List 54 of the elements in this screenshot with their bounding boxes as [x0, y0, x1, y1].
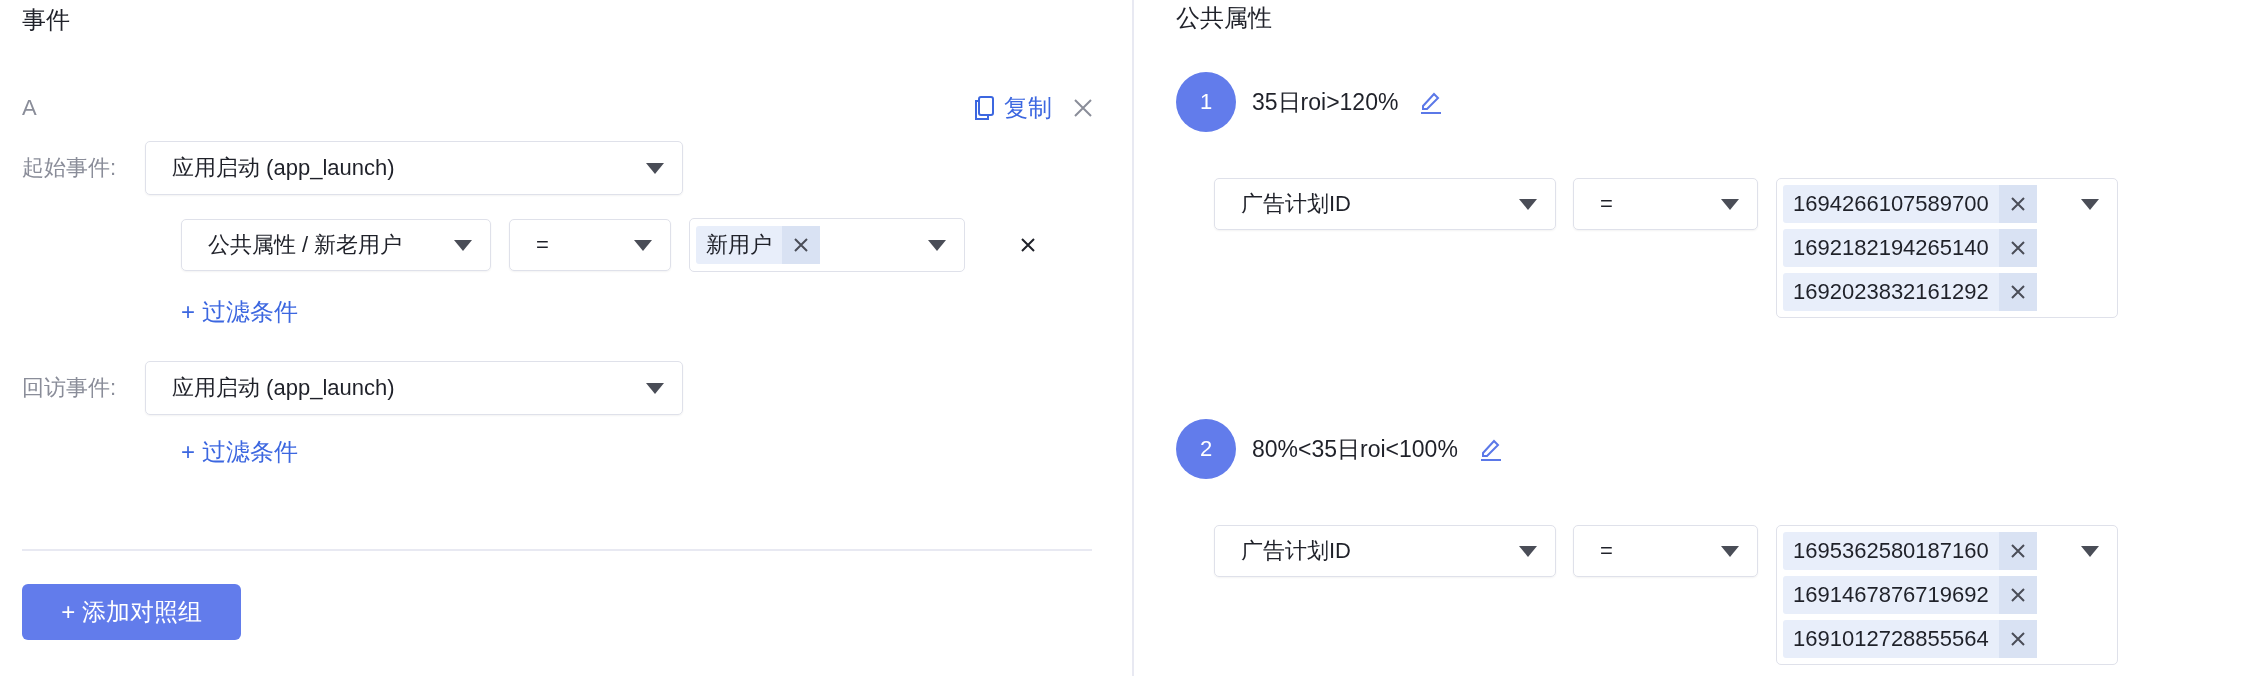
edit-icon[interactable]: [1479, 437, 1502, 461]
caret-icon: [2081, 199, 2099, 210]
close-icon[interactable]: [2010, 544, 2025, 558]
caret-icon: [1721, 198, 1739, 210]
close-icon[interactable]: [2010, 285, 2025, 299]
caret-icon: [1721, 545, 1739, 557]
caret-icon: [454, 239, 472, 251]
group-label: A: [22, 95, 38, 121]
caret-icon: [928, 239, 946, 251]
caret-icon: [2081, 546, 2099, 557]
property-select[interactable]: 广告计划ID: [1214, 525, 1556, 577]
event-select[interactable]: 应用启动 (app_launch): [145, 361, 683, 415]
caret-icon: [646, 162, 664, 174]
panel-title: 事件: [22, 5, 71, 35]
property-select[interactable]: 广告计划ID: [1214, 178, 1556, 230]
number-badge: 2: [1176, 419, 1236, 479]
value-tag[interactable]: 新用户: [696, 226, 820, 264]
value-field[interactable]: 1694266107589700 1692182194265140 1692023832161292: [1776, 178, 2118, 318]
edit-icon[interactable]: [1420, 90, 1443, 114]
operator-select[interactable]: =: [509, 219, 671, 271]
event-label: 回访事件:: [22, 374, 118, 402]
panel-title: 公共属性: [1176, 3, 1273, 33]
copy-link[interactable]: 复制: [974, 92, 1052, 124]
value-field[interactable]: 新用户: [689, 218, 965, 272]
condition-name: 35日roi>120%: [1252, 87, 1399, 117]
value-field[interactable]: 1695362580187160 1691467876719692 1691012728855564: [1776, 525, 2118, 665]
value-tag[interactable]: 1691012728855564: [1783, 620, 2037, 658]
caret-icon: [646, 382, 664, 394]
value-tag[interactable]: 1695362580187160: [1783, 532, 2037, 570]
value-tag[interactable]: 1691467876719692: [1783, 576, 2037, 614]
operator-select[interactable]: =: [1573, 178, 1758, 230]
caret-icon: [1519, 198, 1537, 210]
close-icon[interactable]: [2010, 241, 2025, 255]
condition-name: 80%<35日roi<100%: [1252, 434, 1458, 464]
operator-select[interactable]: =: [1573, 525, 1758, 577]
event-select[interactable]: 应用启动 (app_launch): [145, 141, 683, 195]
add-filter-link[interactable]: + 过滤条件: [181, 437, 1092, 467]
number-badge: 1: [1176, 72, 1236, 132]
add-filter-link[interactable]: + 过滤条件: [181, 297, 1092, 327]
close-icon[interactable]: [2010, 197, 2025, 211]
copy-icon: [974, 96, 994, 120]
add-group-button[interactable]: + 添加对照组: [22, 584, 241, 640]
property-select[interactable]: 公共属性 / 新老用户: [181, 219, 491, 271]
value-tag[interactable]: 1692182194265140: [1783, 229, 2037, 267]
value-tag[interactable]: 1694266107589700: [1783, 185, 2037, 223]
caret-icon: [1519, 545, 1537, 557]
close-icon[interactable]: [1074, 99, 1092, 117]
event-label: 起始事件:: [22, 154, 118, 182]
close-icon[interactable]: [2010, 632, 2025, 646]
value-tag[interactable]: 1692023832161292: [1783, 273, 2037, 311]
close-icon[interactable]: [794, 238, 808, 252]
remove-icon[interactable]: [1021, 238, 1035, 252]
caret-icon: [634, 239, 652, 251]
close-icon[interactable]: [2010, 588, 2025, 602]
